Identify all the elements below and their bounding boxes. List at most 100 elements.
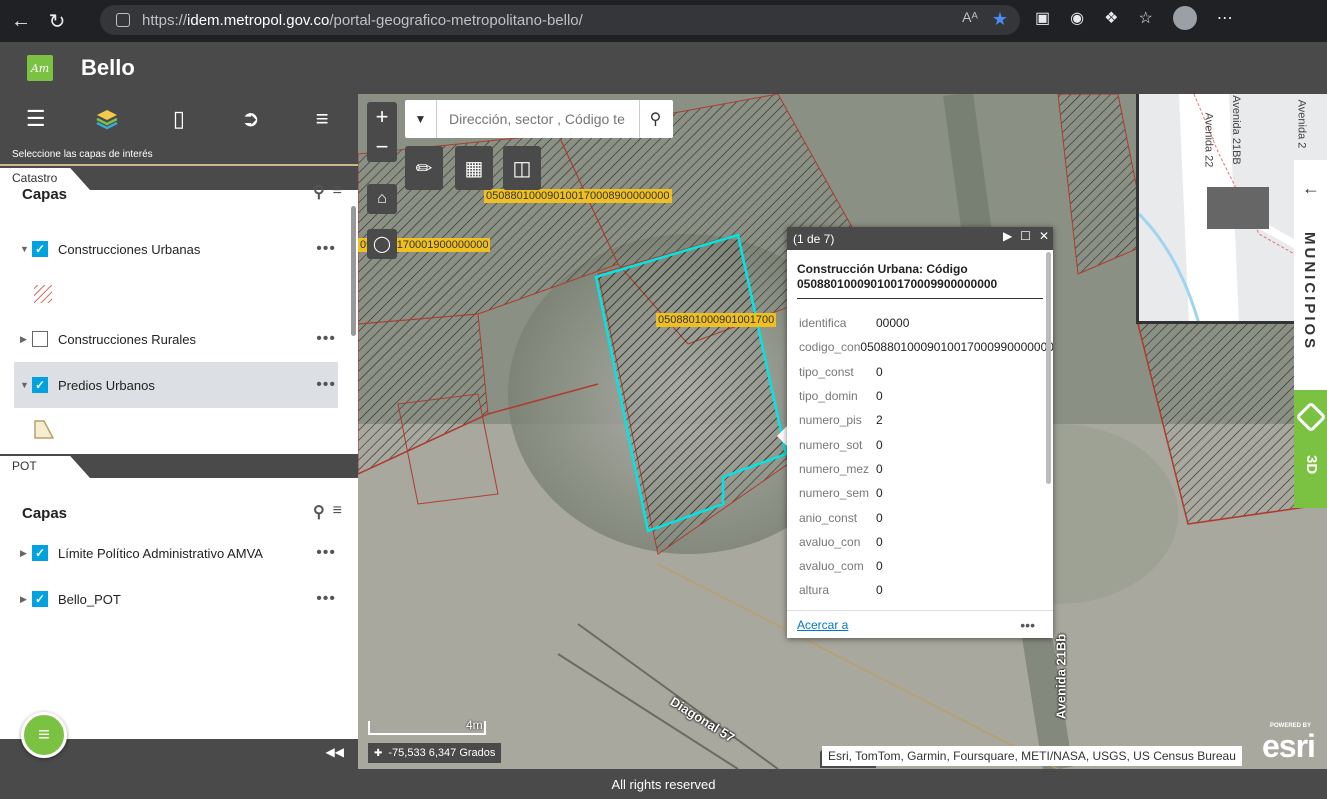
layer-checkbox[interactable]: ✓ xyxy=(32,591,48,607)
layers-icon[interactable] xyxy=(90,102,124,136)
attribute-key: numero_mez xyxy=(799,461,870,476)
refresh-icon[interactable]: ↻ xyxy=(42,6,72,36)
menu-fab-button[interactable]: ≡ xyxy=(21,712,67,758)
collapse-panel-icon[interactable]: ◀◀ xyxy=(326,745,344,759)
layer-row[interactable]: ▶ ✓ Límite Político Administrativo AMVA … xyxy=(0,530,358,576)
attribute-row: tipo_const 0 xyxy=(799,360,1053,384)
more-options-icon[interactable]: ••• xyxy=(316,590,336,608)
search-input[interactable] xyxy=(449,111,639,127)
layer-name: Predios Urbanos xyxy=(58,377,155,393)
arrow-left-icon[interactable]: ← xyxy=(1302,178,1320,199)
search-icon[interactable]: ⚲ xyxy=(313,502,325,522)
read-aloud-icon[interactable]: Aᴬ xyxy=(962,9,978,30)
municipios-panel-tab[interactable]: ← MUNICIPIOS xyxy=(1294,160,1327,390)
lock-icon xyxy=(116,13,130,27)
parcel-code-label: 0508801000901001700 xyxy=(656,313,777,327)
next-feature-icon[interactable]: ▶ xyxy=(1003,229,1012,243)
search-icon[interactable]: ⚲ xyxy=(639,100,671,138)
attribute-row: tipo_domin 0 xyxy=(799,384,1053,408)
layer-checkbox[interactable] xyxy=(32,331,48,347)
layer-row-selected[interactable]: ▼ ✓ Predios Urbanos ••• xyxy=(14,362,338,408)
caret-down-icon[interactable]: ▼ xyxy=(20,380,32,390)
attribute-row: numero_mez 0 xyxy=(799,457,1053,481)
screenshot-icon[interactable]: ▣ xyxy=(1035,8,1050,28)
app-title: Bello xyxy=(81,55,135,80)
caret-right-icon[interactable]: ▶ xyxy=(20,594,32,605)
address-bar[interactable]: https://idem.metropol.gov.co/portal-geog… xyxy=(100,5,1020,35)
home-button[interactable]: ⌂ xyxy=(367,184,397,214)
caret-right-icon[interactable]: ▶ xyxy=(20,334,32,345)
more-options-icon[interactable]: ••• xyxy=(316,376,336,394)
attribute-value: 0 xyxy=(876,389,883,404)
cube-icon xyxy=(1295,401,1327,433)
3d-view-button[interactable]: 3D xyxy=(1294,390,1327,508)
road-label: Avenida 21Bb xyxy=(1053,633,1069,720)
swipe-compare-button[interactable]: ◫ xyxy=(503,146,541,190)
footer-text: All rights reserved xyxy=(611,776,716,792)
locate-button[interactable]: ◯ xyxy=(367,229,397,259)
attribute-table: identifica 00000 codigo_con 050880100090100… xyxy=(787,311,1053,603)
favorites-icon[interactable]: ☆ xyxy=(1138,8,1152,28)
layer-row[interactable]: ▼ ✓ Construcciones Urbanas ••• xyxy=(0,226,358,272)
more-options-icon[interactable]: ••• xyxy=(316,330,336,348)
app-header: Am Bello xyxy=(0,42,1327,94)
measure-ruler-button[interactable]: ✏ xyxy=(405,146,443,190)
close-icon[interactable]: ✕ xyxy=(1039,229,1049,243)
layer-checkbox[interactable]: ✓ xyxy=(32,377,48,393)
more-options-icon[interactable]: ••• xyxy=(316,240,336,258)
map-pointer-icon[interactable]: ➲ xyxy=(234,102,268,136)
layer-row[interactable]: ▶ ✓ Bello_POT ••• xyxy=(0,576,358,622)
list-icon[interactable]: ☰ xyxy=(19,102,53,136)
attribute-value: 0 xyxy=(876,583,883,598)
basemap-grid-button[interactable]: ▦ xyxy=(455,146,493,190)
more-menu-icon[interactable]: ⋯ xyxy=(1217,8,1233,28)
filter-icon[interactable]: ≡ xyxy=(333,182,342,202)
menu-lines-icon[interactable]: ≡ xyxy=(305,102,339,136)
3d-label: 3D xyxy=(1303,455,1320,475)
attribute-row: numero_sem 0 xyxy=(799,481,1053,505)
coordinate-readout: ✚ -75,533 6,347 Grados xyxy=(368,743,502,763)
attribute-key: numero_sem xyxy=(799,486,870,501)
favorite-star-icon[interactable]: ★ xyxy=(992,9,1008,30)
filter-icon[interactable]: ≡ xyxy=(333,502,342,522)
extension-icon[interactable]: ◉ xyxy=(1070,8,1084,28)
attribute-value: 0 xyxy=(876,364,883,379)
attribute-key: tipo_const xyxy=(799,364,854,379)
puzzle-icon[interactable]: ❖ xyxy=(1104,8,1118,28)
back-arrow-icon[interactable]: ← xyxy=(6,6,36,36)
attribute-key: codigo_con xyxy=(799,340,861,355)
more-options-icon[interactable]: ••• xyxy=(316,544,336,562)
search-icon[interactable]: ⚲ xyxy=(313,182,325,202)
legend-symbol xyxy=(0,408,358,452)
layer-checkbox[interactable]: ✓ xyxy=(32,545,48,561)
zoom-in-button[interactable]: + xyxy=(367,102,397,132)
popup-controls: ▶ ☐ ✕ xyxy=(1003,229,1049,243)
map-attribution: Esri, TomTom, Garmin, Foursquare, METI/N… xyxy=(822,746,1242,766)
attribute-key: altura xyxy=(799,583,830,598)
municipios-label: MUNICIPIOS xyxy=(1301,232,1318,352)
search-source-dropdown[interactable]: ▼ xyxy=(405,100,437,138)
crosshair-icon[interactable]: ✚ xyxy=(374,748,382,759)
caret-right-icon[interactable]: ▶ xyxy=(20,548,32,559)
profile-avatar[interactable] xyxy=(1172,6,1197,30)
attribute-row: avaluo_com 0 xyxy=(799,554,1053,578)
tab-pot[interactable]: POT xyxy=(0,456,90,478)
scrollbar[interactable] xyxy=(351,206,356,336)
capas-heading: Capas ⚲ ≡ xyxy=(0,182,358,203)
layer-row[interactable]: ▶ Construcciones Rurales ••• xyxy=(0,316,358,362)
bookmark-icon[interactable]: ▯ xyxy=(162,102,196,136)
attribute-row: anio_const 0 xyxy=(799,505,1053,529)
zoom-to-link[interactable]: Acercar a xyxy=(797,618,848,632)
section-pot: POT Capas ⚲ ≡ ▶ ✓ Límite Político Admini… xyxy=(0,454,358,739)
caret-down-icon[interactable]: ▼ xyxy=(20,244,32,254)
zoom-out-button[interactable]: − xyxy=(367,132,397,162)
capas-heading-text: Capas xyxy=(22,185,68,203)
attribute-key: numero_sot xyxy=(799,437,863,452)
more-actions-icon[interactable]: ••• xyxy=(1020,617,1035,633)
layer-name: Límite Político Administrativo AMVA xyxy=(58,545,263,561)
layer-checkbox[interactable]: ✓ xyxy=(32,241,48,257)
section-tab-bar: POT xyxy=(0,454,358,478)
maximize-icon[interactable]: ☐ xyxy=(1020,229,1031,243)
attribute-key: avaluo_con xyxy=(799,534,861,549)
popup-scrollbar[interactable] xyxy=(1046,252,1051,484)
